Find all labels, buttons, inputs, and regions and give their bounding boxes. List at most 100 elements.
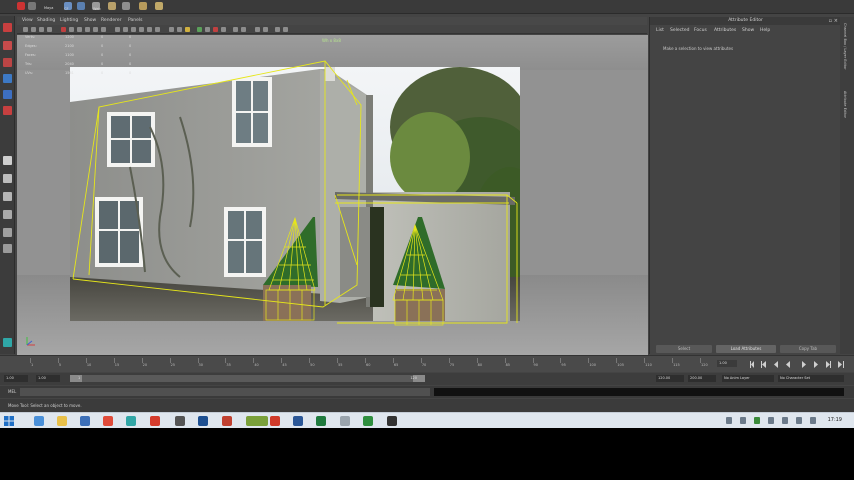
shelf-tool-icon[interactable]: [122, 2, 130, 10]
app-icon[interactable]: [363, 416, 373, 426]
maya-icon[interactable]: [126, 416, 136, 426]
menu-selected[interactable]: Selected: [670, 28, 690, 33]
menu-attributes[interactable]: Attributes: [714, 28, 736, 33]
single-pane-layout-icon[interactable]: [3, 156, 12, 165]
app-icon[interactable]: [80, 416, 90, 426]
load-attributes-button[interactable]: Load Attributes: [716, 345, 776, 353]
playback-start-field[interactable]: 1.00: [36, 375, 60, 382]
menu-view[interactable]: View: [22, 18, 33, 23]
lasso-tool-icon[interactable]: [3, 41, 12, 50]
two-pane-layout-icon[interactable]: [3, 192, 12, 201]
smooth-shade-icon[interactable]: [123, 27, 128, 32]
volume-icon[interactable]: [810, 417, 816, 424]
app-icon[interactable]: [387, 416, 397, 426]
current-frame-field[interactable]: 1.00: [717, 360, 737, 367]
status-icon[interactable]: [3, 338, 12, 347]
shelf-tool-icon[interactable]: [28, 2, 36, 10]
character-set-dropdown[interactable]: No Character Set: [778, 375, 844, 382]
menu-help[interactable]: Help: [760, 28, 770, 33]
windows-start-icon[interactable]: [4, 416, 14, 426]
flag-icon[interactable]: [796, 417, 802, 424]
hud-icon[interactable]: [233, 27, 238, 32]
taskbar-clock[interactable]: 17:19: [828, 417, 842, 423]
xray-icon[interactable]: [169, 27, 174, 32]
camera-select-icon[interactable]: [23, 27, 28, 32]
gate-mask-icon[interactable]: [85, 27, 90, 32]
tab-channel-box[interactable]: Channel Box / Layer Editor: [843, 23, 847, 70]
app-icon[interactable]: [150, 416, 160, 426]
rotate-tool-icon[interactable]: [3, 90, 12, 99]
perspective-viewport[interactable]: Wh x 8x8 Verts: 1200 0 0 Edges: 2100 0 0…: [17, 35, 648, 355]
menu-focus[interactable]: Focus: [694, 28, 707, 33]
float-icon[interactable]: ▫: [829, 18, 832, 24]
excel-icon[interactable]: [316, 416, 326, 426]
depth-of-field-icon[interactable]: [221, 27, 226, 32]
shadows-icon[interactable]: [155, 27, 160, 32]
menu-shading[interactable]: Shading: [37, 18, 55, 23]
ambient-occlusion-icon[interactable]: [197, 27, 202, 32]
grid-icon[interactable]: [61, 27, 66, 32]
camera-pan-icon[interactable]: [241, 27, 246, 32]
wireframe-icon[interactable]: [115, 27, 120, 32]
shelf-tool-icon[interactable]: [77, 2, 85, 10]
menu-show[interactable]: Show: [84, 18, 96, 23]
command-input[interactable]: [20, 388, 430, 396]
four-pane-layout-icon[interactable]: [3, 174, 12, 183]
menu-lighting[interactable]: Lighting: [60, 18, 78, 23]
paint-tool-icon[interactable]: [3, 58, 12, 67]
tray-icon[interactable]: [768, 417, 774, 424]
bookmark-icon[interactable]: [39, 27, 44, 32]
textured-icon[interactable]: [139, 27, 144, 32]
acrobat-icon[interactable]: [270, 416, 280, 426]
lights-icon[interactable]: [147, 27, 152, 32]
range-slider[interactable]: 1 120: [70, 375, 425, 382]
menu-show[interactable]: Show: [742, 28, 754, 33]
field-chart-icon[interactable]: [93, 27, 98, 32]
exposure-icon[interactable]: [263, 27, 268, 32]
move-tool-icon[interactable]: [3, 74, 12, 83]
start-time-field[interactable]: 1.00: [4, 375, 28, 382]
color-management-icon[interactable]: [275, 27, 280, 32]
outliner-layout-icon[interactable]: [3, 210, 12, 219]
app-icon[interactable]: [222, 416, 232, 426]
camera-attr-icon[interactable]: [31, 27, 36, 32]
menu-renderer[interactable]: Renderer: [101, 18, 122, 23]
tray-icon[interactable]: [726, 417, 732, 424]
anim-layer-dropdown[interactable]: No Anim Layer: [722, 375, 774, 382]
motion-blur-icon[interactable]: [205, 27, 210, 32]
xray-joints-icon[interactable]: [177, 27, 182, 32]
isolate-select-icon[interactable]: [185, 27, 190, 32]
anti-alias-icon[interactable]: [213, 27, 218, 32]
hypershade-layout-icon[interactable]: [3, 244, 12, 253]
tray-icon[interactable]: [754, 417, 760, 424]
copy-tab-button[interactable]: Copy Tab: [780, 345, 836, 353]
word-icon[interactable]: [293, 416, 303, 426]
resolution-gate-icon[interactable]: [77, 27, 82, 32]
mel-label[interactable]: MEL: [8, 389, 16, 394]
film-gate-icon[interactable]: [69, 27, 74, 32]
select-tool-icon[interactable]: [3, 23, 12, 32]
safe-action-icon[interactable]: [101, 27, 106, 32]
select-button[interactable]: Select: [656, 345, 712, 353]
tab-attribute-editor[interactable]: Attribute Editor: [843, 91, 847, 118]
time-slider[interactable]: 1 5 10 15 20 25 30 35 40 45 50 55 60 65 70 75 80 85 90 95 10…: [0, 355, 854, 372]
menu-panels[interactable]: Panels: [128, 18, 142, 23]
end-time-field[interactable]: 200.00: [688, 375, 716, 382]
app-icon[interactable]: [340, 416, 350, 426]
chrome-icon[interactable]: [103, 416, 113, 426]
network-icon[interactable]: [782, 417, 788, 424]
media-icon[interactable]: [175, 416, 185, 426]
gamma-icon[interactable]: [255, 27, 260, 32]
shelf-tool-icon[interactable]: [155, 2, 163, 10]
app-icon[interactable]: [246, 416, 268, 426]
playback-controls[interactable]: [750, 360, 848, 369]
graph-layout-icon[interactable]: [3, 228, 12, 237]
maya-shelf-icon[interactable]: [17, 2, 25, 10]
shelf-tool-icon[interactable]: [139, 2, 147, 10]
view-transform-icon[interactable]: [283, 27, 288, 32]
image-plane-icon[interactable]: [47, 27, 52, 32]
file-explorer-icon[interactable]: [57, 416, 67, 426]
tray-icon[interactable]: [740, 417, 746, 424]
scale-tool-icon[interactable]: [3, 106, 12, 115]
shelf-tool-icon[interactable]: [108, 2, 116, 10]
